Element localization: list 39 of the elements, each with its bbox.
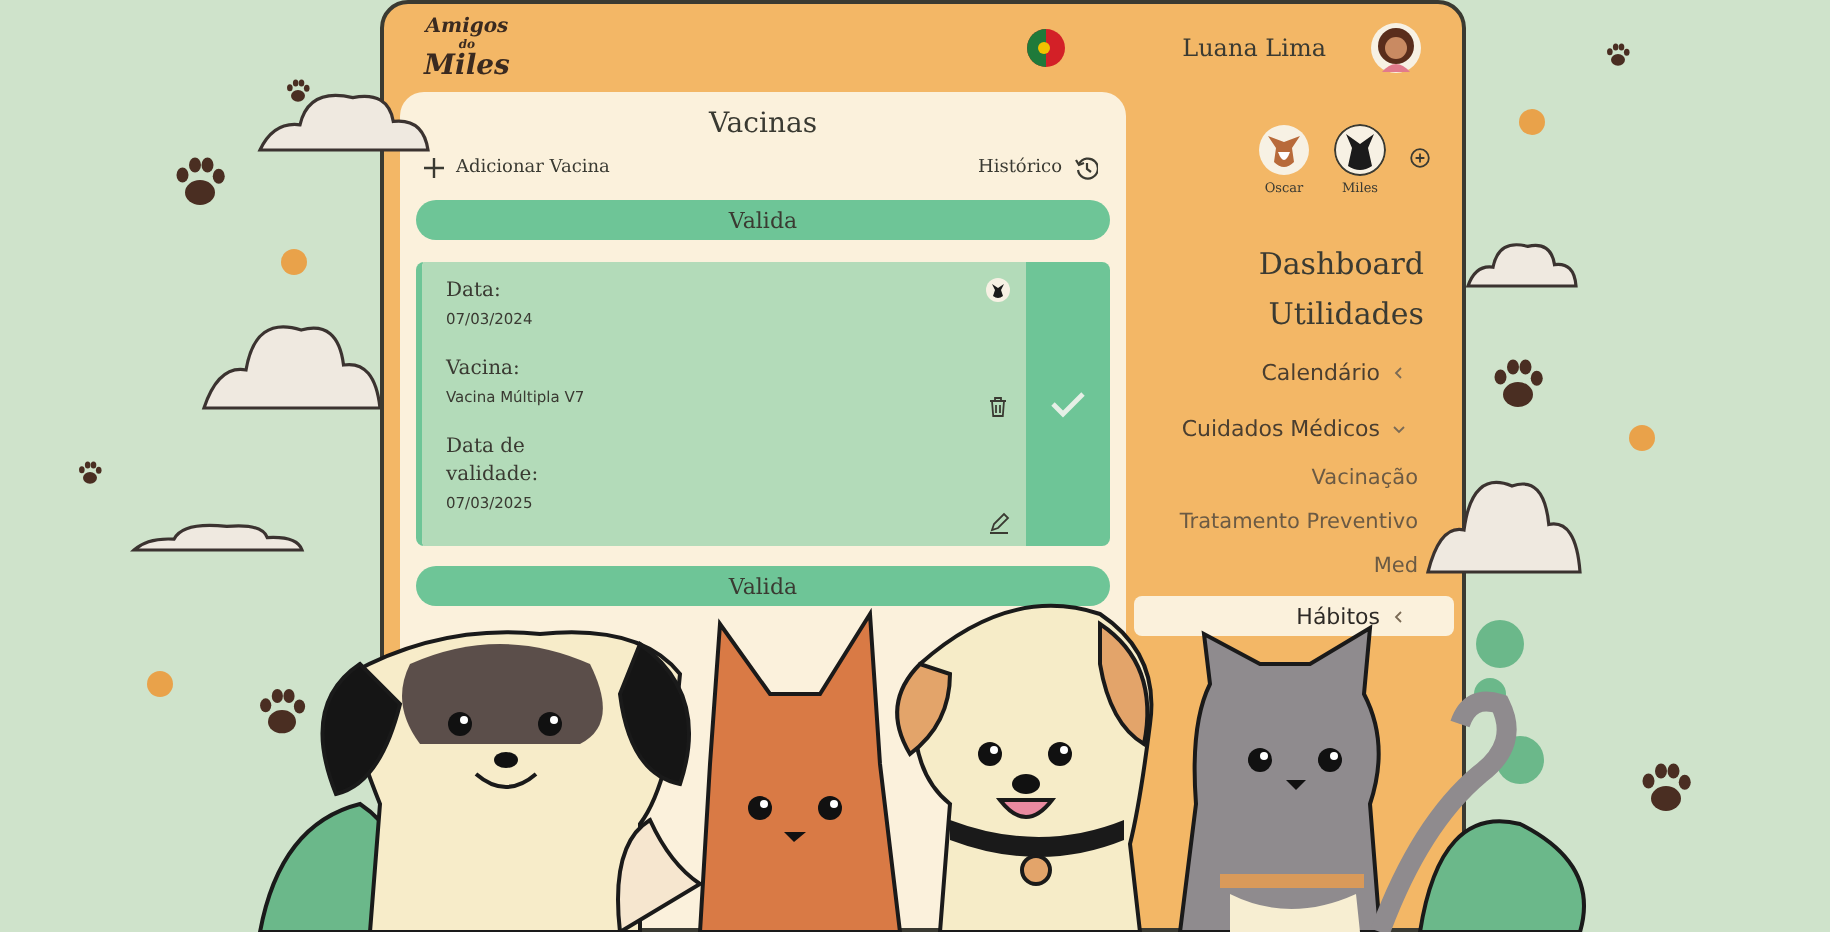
status-header: Valida [416, 200, 1110, 240]
field-label: Vacina: [446, 356, 522, 384]
status-header: Valida [416, 566, 1110, 606]
nav-subitem[interactable]: Tratamento Preventivo [1179, 500, 1418, 544]
chevron-down-icon [1392, 421, 1406, 435]
paw-print-icon [1604, 40, 1632, 68]
add-pet-icon[interactable] [1410, 148, 1430, 168]
nav-menu-item[interactable]: Cuidados Médicos [1134, 408, 1454, 448]
check-icon [1050, 390, 1086, 418]
ball-icon [146, 670, 174, 698]
card-title: Vacinas [706, 108, 820, 140]
field-label: Data: [446, 278, 503, 306]
pet-avatar [1258, 124, 1310, 176]
nav-menu-item[interactable]: Calendário [1134, 352, 1454, 392]
add-vaccine-link[interactable]: Adicionar Vacina [424, 158, 610, 178]
nav-menu-item[interactable]: Hábitos [1134, 596, 1454, 636]
field-label: Data de validade: [446, 434, 541, 490]
pet-avatar [1334, 124, 1386, 176]
user-avatar[interactable] [1370, 22, 1422, 74]
ball-icon [1518, 108, 1546, 136]
nav-heading-link[interactable]: Dashboard [1134, 240, 1454, 290]
chevron-left-icon [1392, 609, 1406, 623]
pet-avatar [986, 278, 1010, 302]
flag-icon[interactable] [1026, 28, 1067, 68]
nav-subitem[interactable]: Vacinação [1311, 456, 1418, 500]
ball-icon [1628, 424, 1656, 452]
trash-icon[interactable] [988, 396, 1008, 418]
ball-icon [280, 248, 308, 276]
plus-icon [424, 158, 444, 178]
history-icon [1074, 156, 1098, 180]
chevron-left-icon [1392, 365, 1406, 379]
cloud-icon [130, 520, 306, 552]
nav-heading-link[interactable]: Utilidades [1134, 290, 1454, 340]
history-link[interactable]: Histórico [977, 156, 1098, 180]
user-name: Luana Lima [1182, 34, 1326, 62]
pencil-icon[interactable] [987, 512, 1009, 534]
paw-print-icon [284, 76, 312, 104]
nav-subitem[interactable]: Med [1373, 544, 1418, 588]
paw-print-icon [76, 458, 104, 486]
